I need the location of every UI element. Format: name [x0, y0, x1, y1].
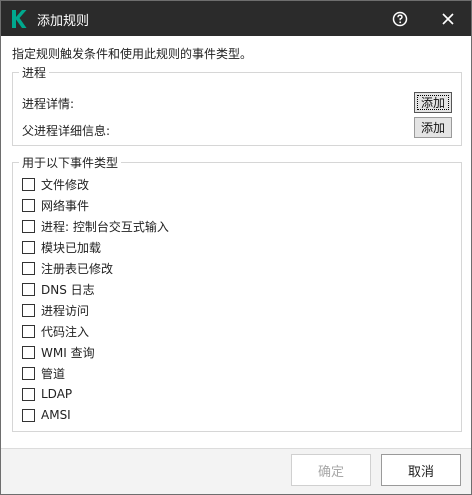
cancel-button[interactable]: 取消 — [381, 454, 461, 486]
event-process-access[interactable]: 进程访问 — [22, 301, 89, 319]
event-file-modification[interactable]: 文件修改 — [22, 175, 89, 193]
add-rule-dialog: 添加规则 指定规则触发条件和使用此规则的事件类型。 进程 进程详情: 添加 父进… — [0, 0, 472, 495]
ok-button[interactable]: 确定 — [291, 454, 371, 486]
dialog-footer: 确定 取消 — [1, 448, 471, 494]
event-label: 管道 — [41, 366, 66, 381]
event-label: 进程: 控制台交互式输入 — [41, 219, 169, 234]
checkbox[interactable] — [22, 324, 35, 338]
event-pipe[interactable]: 管道 — [22, 364, 65, 382]
checkbox[interactable] — [22, 177, 35, 191]
checkbox[interactable] — [22, 198, 35, 212]
checkbox[interactable] — [22, 303, 35, 317]
event-label: WMI 查询 — [41, 345, 95, 360]
process-details-label: 进程详情: — [22, 97, 75, 111]
checkbox[interactable] — [22, 282, 35, 296]
help-icon[interactable] — [388, 7, 412, 31]
event-label: 模块已加载 — [41, 240, 102, 255]
event-label: 进程访问 — [41, 303, 90, 318]
event-label: 注册表已修改 — [41, 261, 114, 276]
checkbox[interactable] — [22, 408, 35, 422]
event-label: 网络事件 — [41, 198, 90, 213]
close-icon[interactable] — [436, 7, 460, 31]
title-bar: 添加规则 — [1, 1, 471, 36]
instruction-text: 指定规则触发条件和使用此规则的事件类型。 — [12, 47, 253, 61]
event-wmi-query[interactable]: WMI 查询 — [22, 343, 95, 361]
event-console-input[interactable]: 进程: 控制台交互式输入 — [22, 217, 169, 235]
process-groupbox: 进程 进程详情: 添加 父进程详细信息: 添加 — [12, 64, 462, 146]
add-parent-process-details-button[interactable]: 添加 — [414, 117, 452, 138]
event-code-injection[interactable]: 代码注入 — [22, 322, 89, 340]
process-legend: 进程 — [19, 64, 50, 81]
event-network[interactable]: 网络事件 — [22, 196, 89, 214]
event-label: AMSI — [41, 408, 71, 422]
kaspersky-k-icon — [12, 10, 27, 28]
checkbox[interactable] — [22, 366, 35, 380]
checkbox[interactable] — [22, 240, 35, 254]
checkbox[interactable] — [22, 261, 35, 275]
event-label: 代码注入 — [41, 324, 90, 339]
event-amsi[interactable]: AMSI — [22, 406, 71, 424]
add-process-details-button[interactable]: 添加 — [414, 92, 452, 113]
event-types-groupbox: 用于以下事件类型 文件修改 网络事件 进程: 控制台交互式输入 模块已加载 注册… — [12, 154, 462, 432]
checkbox[interactable] — [22, 219, 35, 233]
event-label: DNS 日志 — [41, 282, 95, 297]
checkbox[interactable] — [22, 345, 35, 359]
event-module-loaded[interactable]: 模块已加载 — [22, 238, 101, 256]
event-registry-modified[interactable]: 注册表已修改 — [22, 259, 113, 277]
event-dns-log[interactable]: DNS 日志 — [22, 280, 95, 298]
event-label: 文件修改 — [41, 177, 90, 192]
parent-process-details-label: 父进程详细信息: — [22, 124, 111, 138]
event-types-legend: 用于以下事件类型 — [19, 154, 122, 171]
event-ldap[interactable]: LDAP — [22, 385, 72, 403]
dialog-title: 添加规则 — [37, 14, 90, 29]
event-label: LDAP — [41, 387, 73, 401]
checkbox[interactable] — [22, 387, 35, 401]
